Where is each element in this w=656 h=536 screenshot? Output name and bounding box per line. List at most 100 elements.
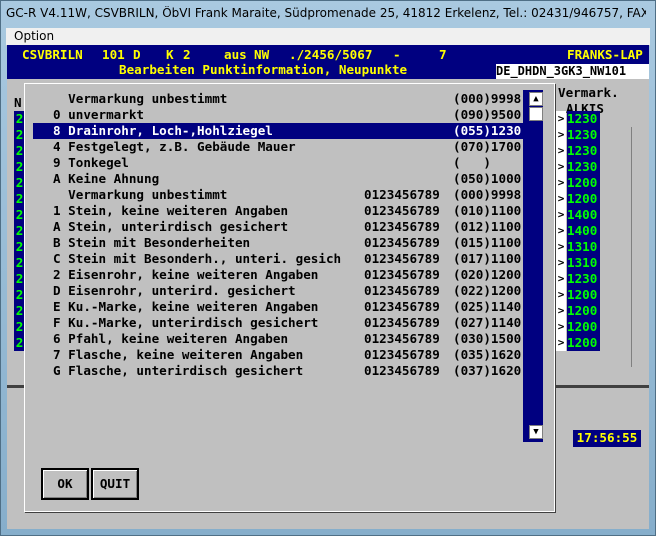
list-item[interactable]: 9 Tonkegel ( ) [33,155,523,171]
list-item[interactable]: 6 Pfahl, keine weiteren Angaben 012345678… [33,331,523,347]
vermarkung-row: >1230 [556,271,631,287]
row-arrow-icon[interactable]: > [556,303,566,319]
scroll-down-icon[interactable]: ▼ [529,425,543,439]
vermarkung-value: 1230 [567,271,600,287]
row-arrow-icon[interactable]: > [556,175,566,191]
list-item[interactable]: 0 unvermarkt (090)9500 [33,107,523,123]
list-item-label: 4 Festgelegt, z.B. Gebäude Mauer [53,139,296,154]
header-field-program: CSVBRILN [22,47,83,62]
vermarkung-row: >1200 [556,191,631,207]
list-item[interactable]: 4 Festgelegt, z.B. Gebäude Mauer (070)170… [33,139,523,155]
list-item-digits: 0123456789 [364,187,440,202]
list-item[interactable]: F Ku.-Marke, unterirdisch gesichert 01234… [33,315,523,331]
row-arrow-icon[interactable]: > [556,223,566,239]
vermarkung-listbox[interactable]: Vermarkung unbestimmt (000)9998 0 unvermar… [33,90,543,442]
list-item-code: (055)1230 [453,123,522,138]
vermarkung-value: 1230 [567,111,600,127]
vermarkung-row: >1200 [556,175,631,191]
list-item-code: (020)1200 [453,267,522,282]
vermarkung-value: 1200 [567,191,600,207]
scroll-up-icon[interactable]: ▲ [529,92,543,106]
list-item-label: 7 Flasche, keine weiteren Angaben [53,347,304,362]
list-item-code: (022)1200 [453,283,522,298]
list-item-code: ( ) [453,155,491,170]
list-item[interactable]: 8 Drainrohr, Loch-,Hohlziegel (055)1230 [33,123,523,139]
row-arrow-icon[interactable]: > [556,127,566,143]
row-arrow-icon[interactable]: > [556,255,566,271]
row-arrow-icon[interactable]: > [556,319,566,335]
list-item-digits: 0123456789 [364,219,440,234]
menu-bar: Option [6,28,650,46]
list-item-code: (012)1100 [453,219,522,234]
row-arrow-icon[interactable]: > [556,239,566,255]
listbox-scrollbar[interactable]: ▲ ▼ [527,90,543,440]
scroll-thumb[interactable] [529,107,543,121]
row-arrow-icon[interactable]: > [556,111,566,127]
vermarkung-row: >1200 [556,287,631,303]
list-item[interactable]: B Stein mit Besonderheiten 0123456789 (015… [33,235,523,251]
list-item-code: (015)1100 [453,235,522,250]
vermarkung-header: Vermark. [558,85,619,100]
list-item-code: (037)1620 [453,363,522,378]
list-item-label: Vermarkung unbestimmt [53,91,228,106]
list-item-label: A Stein, unterirdisch gesichert [53,219,289,234]
list-item-digits: 0123456789 [364,347,440,362]
header-field-path: ./2456/5067 [289,47,373,62]
list-item[interactable]: Vermarkung unbestimmt (000)9998 [33,91,523,107]
vermarkung-value: 1230 [567,159,600,175]
list-item[interactable]: 2 Eisenrohr, keine weiteren Angaben 01234… [33,267,523,283]
row-arrow-icon[interactable]: > [556,159,566,175]
list-item[interactable]: A Stein, unterirdisch gesichert 012345678… [33,219,523,235]
ok-button[interactable]: OK [41,468,89,500]
vermarkung-value: 1230 [567,127,600,143]
vermarkung-value: 1230 [567,143,600,159]
list-item-code: (000)9998 [453,91,522,106]
list-item[interactable]: D Eisenrohr, unterird. gesichert 01234567… [33,283,523,299]
list-item-label: 2 Eisenrohr, keine weiteren Angaben [53,267,319,282]
list-item-label: C Stein mit Besonderh., unteri. gesich [53,251,342,266]
header-field-aus: aus [224,47,247,62]
list-item-code: (010)1100 [453,203,522,218]
list-item[interactable]: G Flasche, unterirdisch gesichert 0123456… [33,363,523,379]
list-item-code: (017)1100 [453,251,522,266]
row-arrow-icon[interactable]: > [556,335,566,351]
list-item[interactable]: A Keine Ahnung (050)1000 [33,171,523,187]
list-item-label: E Ku.-Marke, keine weiteren Angaben [53,299,319,314]
menu-option[interactable]: Option [14,29,54,43]
screen-subtitle: Bearbeiten Punktinformation, Neupunkte [119,62,408,77]
vermarkung-value: 1310 [567,239,600,255]
list-item-code: (025)1140 [453,299,522,314]
list-item-label: G Flasche, unterirdisch gesichert [53,363,304,378]
list-item[interactable]: C Stein mit Besonderh., unteri. gesich 01… [33,251,523,267]
coordinate-system-label: DE_DHDN_3GK3_NW101 [496,64,649,79]
vermarkung-value: 1200 [567,175,600,191]
row-arrow-icon[interactable]: > [556,191,566,207]
vermarkung-row: >1230 [556,143,631,159]
row-arrow-icon[interactable]: > [556,271,566,287]
header-field-number: 101 [102,47,125,62]
list-item-code: (030)1500 [453,331,522,346]
list-item[interactable]: 1 Stein, keine weiteren Angaben 012345678… [33,203,523,219]
list-item[interactable]: E Ku.-Marke, keine weiteren Angaben 01234… [33,299,523,315]
vermarkung-row: >1230 [556,159,631,175]
list-item-digits: 0123456789 [364,363,440,378]
row-arrow-icon[interactable]: > [556,143,566,159]
list-item-digits: 0123456789 [364,299,440,314]
vermarkung-value: 1200 [567,319,600,335]
list-item[interactable]: 7 Flasche, keine weiteren Angaben 0123456… [33,347,523,363]
window-title: GC-R V4.11W, CSVBRILN, ÖbVI Frank Marait… [6,6,646,20]
row-arrow-icon[interactable]: > [556,207,566,223]
clock-display: 17:56:55 [573,430,641,447]
list-item-digits: 0123456789 [364,203,440,218]
vermarkung-value: 1200 [567,335,600,351]
list-item[interactable]: Vermarkung unbestimmt 0123456789 (000)9998 [33,187,523,203]
header-field-2: 2 [183,47,191,62]
vermarkung-row: >1200 [556,335,631,351]
list-item-digits: 0123456789 [364,235,440,250]
quit-button[interactable]: QUIT [91,468,139,500]
header-field-d: D [133,47,141,62]
background-scrollbar[interactable] [631,127,644,367]
list-item-code: (000)9998 [453,187,522,202]
list-item-label: 0 unvermarkt [53,107,144,122]
row-arrow-icon[interactable]: > [556,287,566,303]
